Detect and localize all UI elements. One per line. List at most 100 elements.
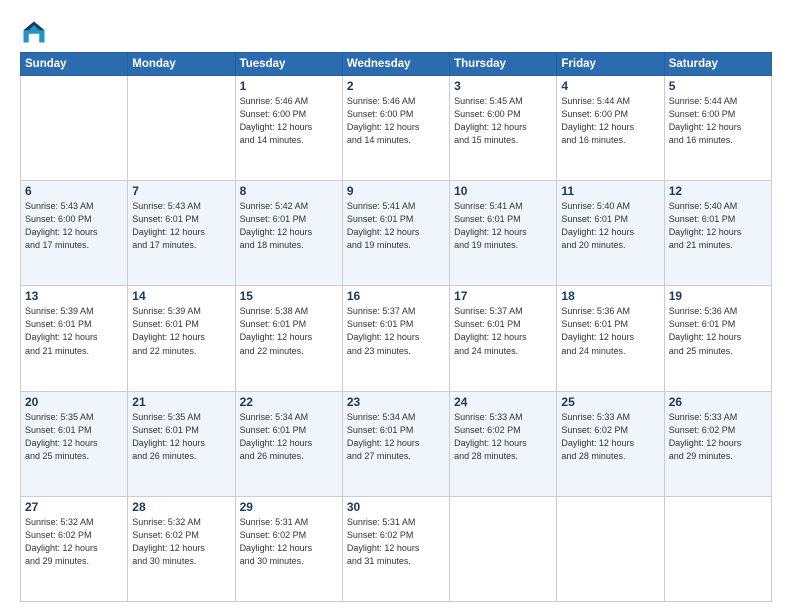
day-number: 1 <box>240 79 338 93</box>
day-info: Sunrise: 5:40 AMSunset: 6:01 PMDaylight:… <box>669 200 767 252</box>
page: SundayMondayTuesdayWednesdayThursdayFrid… <box>0 0 792 612</box>
calendar-cell <box>450 496 557 601</box>
calendar-cell: 24 Sunrise: 5:33 AMSunset: 6:02 PMDayligh… <box>450 391 557 496</box>
calendar-cell: 2Sunrise: 5:46 AMSunset: 6:00 PMDaylight… <box>342 76 449 181</box>
calendar-cell: 9 Sunrise: 5:41 AMSunset: 6:01 PMDaylight… <box>342 181 449 286</box>
calendar-week-row: 20 Sunrise: 5:35 AMSunset: 6:01 PMDayligh… <box>21 391 772 496</box>
day-info: Sunrise: 5:43 AMSunset: 6:01 PMDaylight:… <box>132 200 230 252</box>
day-info: Sunrise: 5:39 AMSunset: 6:01 PMDaylight:… <box>25 305 123 357</box>
day-number: 2 <box>347 79 445 93</box>
day-number: 4 <box>561 79 659 93</box>
calendar-day-header: Saturday <box>664 53 771 76</box>
calendar-cell: 14Sunrise: 5:39 AMSunset: 6:01 PMDayligh… <box>128 286 235 391</box>
day-info: Sunrise: 5:35 AMSunset: 6:01 PMDaylight:… <box>25 411 123 463</box>
day-number: 27 <box>25 500 123 514</box>
calendar-day-header: Thursday <box>450 53 557 76</box>
day-number: 7 <box>132 184 230 198</box>
day-number: 22 <box>240 395 338 409</box>
day-number: 20 <box>25 395 123 409</box>
calendar-cell: 17 Sunrise: 5:37 AMSunset: 6:01 PMDayligh… <box>450 286 557 391</box>
day-number: 13 <box>25 289 123 303</box>
day-info: Sunrise: 5:46 AMSunset: 6:00 PMDaylight:… <box>240 95 338 147</box>
calendar-cell <box>21 76 128 181</box>
logo <box>20 18 52 46</box>
day-number: 21 <box>132 395 230 409</box>
day-number: 16 <box>347 289 445 303</box>
calendar-day-header: Friday <box>557 53 664 76</box>
calendar-cell: 13 Sunrise: 5:39 AMSunset: 6:01 PMDayligh… <box>21 286 128 391</box>
calendar-cell: 6 Sunrise: 5:43 AMSunset: 6:00 PMDaylight… <box>21 181 128 286</box>
calendar-week-row: 13 Sunrise: 5:39 AMSunset: 6:01 PMDayligh… <box>21 286 772 391</box>
calendar-cell: 12 Sunrise: 5:40 AMSunset: 6:01 PMDayligh… <box>664 181 771 286</box>
calendar-week-row: 27Sunrise: 5:32 AMSunset: 6:02 PMDayligh… <box>21 496 772 601</box>
calendar-week-row: 6 Sunrise: 5:43 AMSunset: 6:00 PMDaylight… <box>21 181 772 286</box>
calendar-cell: 23 Sunrise: 5:34 AMSunset: 6:01 PMDayligh… <box>342 391 449 496</box>
header <box>20 18 772 46</box>
calendar-cell: 25Sunrise: 5:33 AMSunset: 6:02 PMDayligh… <box>557 391 664 496</box>
day-number: 12 <box>669 184 767 198</box>
day-info: Sunrise: 5:37 AMSunset: 6:01 PMDaylight:… <box>454 305 552 357</box>
day-info: Sunrise: 5:45 AMSunset: 6:00 PMDaylight:… <box>454 95 552 147</box>
calendar-cell: 3 Sunrise: 5:45 AMSunset: 6:00 PMDaylight… <box>450 76 557 181</box>
day-number: 3 <box>454 79 552 93</box>
day-info: Sunrise: 5:34 AMSunset: 6:01 PMDaylight:… <box>240 411 338 463</box>
calendar-cell: 19 Sunrise: 5:36 AMSunset: 6:01 PMDayligh… <box>664 286 771 391</box>
calendar-cell: 15 Sunrise: 5:38 AMSunset: 6:01 PMDayligh… <box>235 286 342 391</box>
day-info: Sunrise: 5:33 AMSunset: 6:02 PMDaylight:… <box>669 411 767 463</box>
day-info: Sunrise: 5:36 AMSunset: 6:01 PMDaylight:… <box>669 305 767 357</box>
day-info: Sunrise: 5:38 AMSunset: 6:01 PMDaylight:… <box>240 305 338 357</box>
day-info: Sunrise: 5:40 AMSunset: 6:01 PMDaylight:… <box>561 200 659 252</box>
day-number: 18 <box>561 289 659 303</box>
day-info: Sunrise: 5:42 AMSunset: 6:01 PMDaylight:… <box>240 200 338 252</box>
calendar-cell <box>128 76 235 181</box>
day-info: Sunrise: 5:43 AMSunset: 6:00 PMDaylight:… <box>25 200 123 252</box>
calendar-table: SundayMondayTuesdayWednesdayThursdayFrid… <box>20 52 772 602</box>
day-info: Sunrise: 5:33 AMSunset: 6:02 PMDaylight:… <box>454 411 552 463</box>
calendar-cell <box>664 496 771 601</box>
calendar-cell: 10 Sunrise: 5:41 AMSunset: 6:01 PMDayligh… <box>450 181 557 286</box>
day-number: 24 <box>454 395 552 409</box>
day-number: 30 <box>347 500 445 514</box>
day-number: 19 <box>669 289 767 303</box>
day-number: 6 <box>25 184 123 198</box>
calendar-day-header: Sunday <box>21 53 128 76</box>
day-info: Sunrise: 5:41 AMSunset: 6:01 PMDaylight:… <box>454 200 552 252</box>
day-number: 23 <box>347 395 445 409</box>
calendar-day-header: Wednesday <box>342 53 449 76</box>
day-number: 28 <box>132 500 230 514</box>
day-info: Sunrise: 5:41 AMSunset: 6:01 PMDaylight:… <box>347 200 445 252</box>
calendar-cell: 18 Sunrise: 5:36 AMSunset: 6:01 PMDayligh… <box>557 286 664 391</box>
calendar-cell: 30 Sunrise: 5:31 AMSunset: 6:02 PMDayligh… <box>342 496 449 601</box>
day-info: Sunrise: 5:44 AMSunset: 6:00 PMDaylight:… <box>669 95 767 147</box>
calendar-cell: 28Sunrise: 5:32 AMSunset: 6:02 PMDayligh… <box>128 496 235 601</box>
day-number: 8 <box>240 184 338 198</box>
calendar-cell: 27Sunrise: 5:32 AMSunset: 6:02 PMDayligh… <box>21 496 128 601</box>
day-number: 9 <box>347 184 445 198</box>
calendar-cell: 7 Sunrise: 5:43 AMSunset: 6:01 PMDaylight… <box>128 181 235 286</box>
day-info: Sunrise: 5:37 AMSunset: 6:01 PMDaylight:… <box>347 305 445 357</box>
calendar-cell: 16 Sunrise: 5:37 AMSunset: 6:01 PMDayligh… <box>342 286 449 391</box>
calendar-cell: 8 Sunrise: 5:42 AMSunset: 6:01 PMDaylight… <box>235 181 342 286</box>
day-info: Sunrise: 5:44 AMSunset: 6:00 PMDaylight:… <box>561 95 659 147</box>
day-number: 15 <box>240 289 338 303</box>
calendar-week-row: 1 Sunrise: 5:46 AMSunset: 6:00 PMDaylight… <box>21 76 772 181</box>
day-info: Sunrise: 5:31 AMSunset: 6:02 PMDaylight:… <box>347 516 445 568</box>
calendar-cell: 5 Sunrise: 5:44 AMSunset: 6:00 PMDaylight… <box>664 76 771 181</box>
day-info: Sunrise: 5:34 AMSunset: 6:01 PMDaylight:… <box>347 411 445 463</box>
day-number: 5 <box>669 79 767 93</box>
day-number: 29 <box>240 500 338 514</box>
calendar-day-header: Monday <box>128 53 235 76</box>
day-number: 10 <box>454 184 552 198</box>
calendar-cell: 29 Sunrise: 5:31 AMSunset: 6:02 PMDayligh… <box>235 496 342 601</box>
calendar-cell: 21Sunrise: 5:35 AMSunset: 6:01 PMDayligh… <box>128 391 235 496</box>
day-number: 14 <box>132 289 230 303</box>
calendar-cell <box>557 496 664 601</box>
calendar-cell: 1 Sunrise: 5:46 AMSunset: 6:00 PMDaylight… <box>235 76 342 181</box>
calendar-header-row: SundayMondayTuesdayWednesdayThursdayFrid… <box>21 53 772 76</box>
day-info: Sunrise: 5:31 AMSunset: 6:02 PMDaylight:… <box>240 516 338 568</box>
day-info: Sunrise: 5:36 AMSunset: 6:01 PMDaylight:… <box>561 305 659 357</box>
calendar-cell: 11Sunrise: 5:40 AMSunset: 6:01 PMDayligh… <box>557 181 664 286</box>
day-number: 26 <box>669 395 767 409</box>
day-info: Sunrise: 5:33 AMSunset: 6:02 PMDaylight:… <box>561 411 659 463</box>
day-number: 17 <box>454 289 552 303</box>
